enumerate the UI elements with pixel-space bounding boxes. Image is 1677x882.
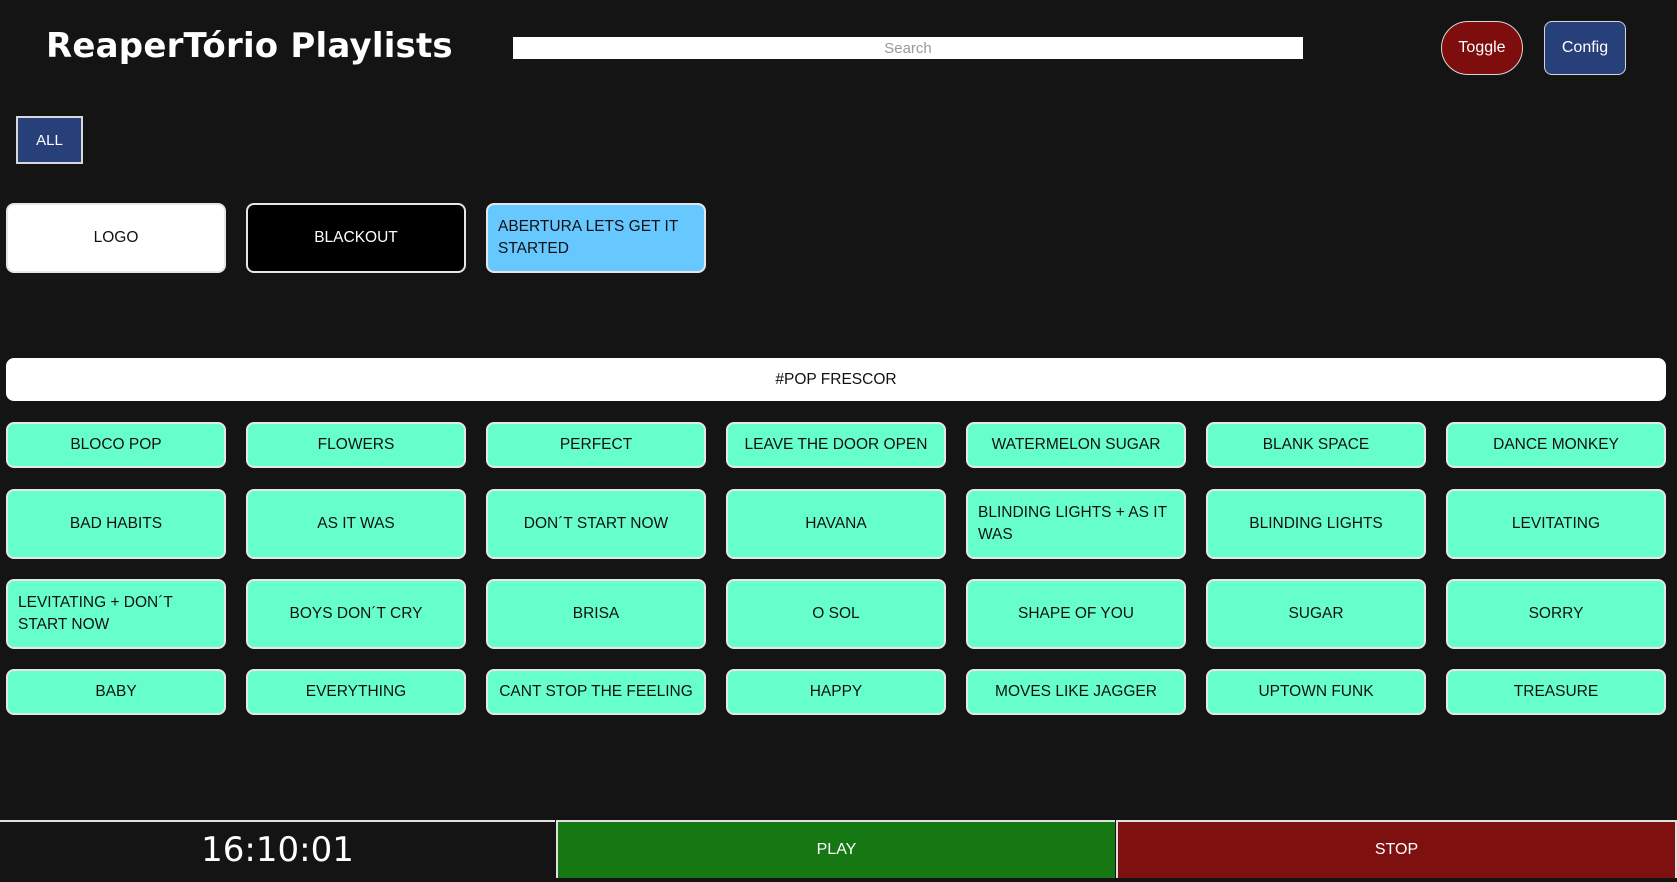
song-button[interactable]: BLOCO POP [6, 422, 226, 468]
song-button[interactable]: BABY [6, 669, 226, 715]
song-button[interactable]: O SOL [726, 579, 946, 649]
play-button[interactable]: PLAY [556, 820, 1115, 878]
logo-button[interactable]: LOGO [6, 203, 226, 273]
song-button[interactable]: SHAPE OF YOU [966, 579, 1186, 649]
song-button[interactable]: BLINDING LIGHTS + AS IT WAS [966, 489, 1186, 559]
song-button[interactable]: BRISA [486, 579, 706, 649]
song-button[interactable]: EVERYTHING [246, 669, 466, 715]
song-button[interactable]: TREASURE [1446, 669, 1666, 715]
song-button[interactable]: LEVITATING [1446, 489, 1666, 559]
search-input[interactable] [513, 37, 1303, 59]
song-button[interactable]: CANT STOP THE FEELING [486, 669, 706, 715]
page-title: ReaperTório Playlists [46, 26, 453, 66]
song-button[interactable]: DON´T START NOW [486, 489, 706, 559]
song-button[interactable]: DANCE MONKEY [1446, 422, 1666, 468]
config-button[interactable]: Config [1544, 21, 1626, 75]
transport-bar: 16:10:01 PLAY STOP [0, 820, 1677, 882]
song-button[interactable]: SORRY [1446, 579, 1666, 649]
song-button[interactable]: LEVITATING + DON´T START NOW [6, 579, 226, 649]
song-button[interactable]: UPTOWN FUNK [1206, 669, 1426, 715]
song-button[interactable]: WATERMELON SUGAR [966, 422, 1186, 468]
song-button[interactable]: BLINDING LIGHTS [1206, 489, 1426, 559]
song-button[interactable]: SUGAR [1206, 579, 1426, 649]
clock-display: 16:10:01 [0, 820, 555, 878]
blackout-button[interactable]: BLACKOUT [246, 203, 466, 273]
filter-all-button[interactable]: ALL [16, 116, 83, 164]
song-button[interactable]: BAD HABITS [6, 489, 226, 559]
song-button[interactable]: FLOWERS [246, 422, 466, 468]
song-button[interactable]: MOVES LIKE JAGGER [966, 669, 1186, 715]
song-button[interactable]: BOYS DON´T CRY [246, 579, 466, 649]
song-button[interactable]: PERFECT [486, 422, 706, 468]
toggle-button[interactable]: Toggle [1441, 21, 1523, 75]
song-button[interactable]: AS IT WAS [246, 489, 466, 559]
song-button[interactable]: BLANK SPACE [1206, 422, 1426, 468]
song-button[interactable]: HAPPY [726, 669, 946, 715]
stop-button[interactable]: STOP [1116, 820, 1677, 878]
abertura-button[interactable]: ABERTURA LETS GET IT STARTED [486, 203, 706, 273]
song-button[interactable]: LEAVE THE DOOR OPEN [726, 422, 946, 468]
playlist-section-header[interactable]: #POP FRESCOR [6, 358, 1666, 401]
app-window: ReaperTório Playlists Toggle Config ALL … [0, 0, 1677, 882]
song-button[interactable]: HAVANA [726, 489, 946, 559]
